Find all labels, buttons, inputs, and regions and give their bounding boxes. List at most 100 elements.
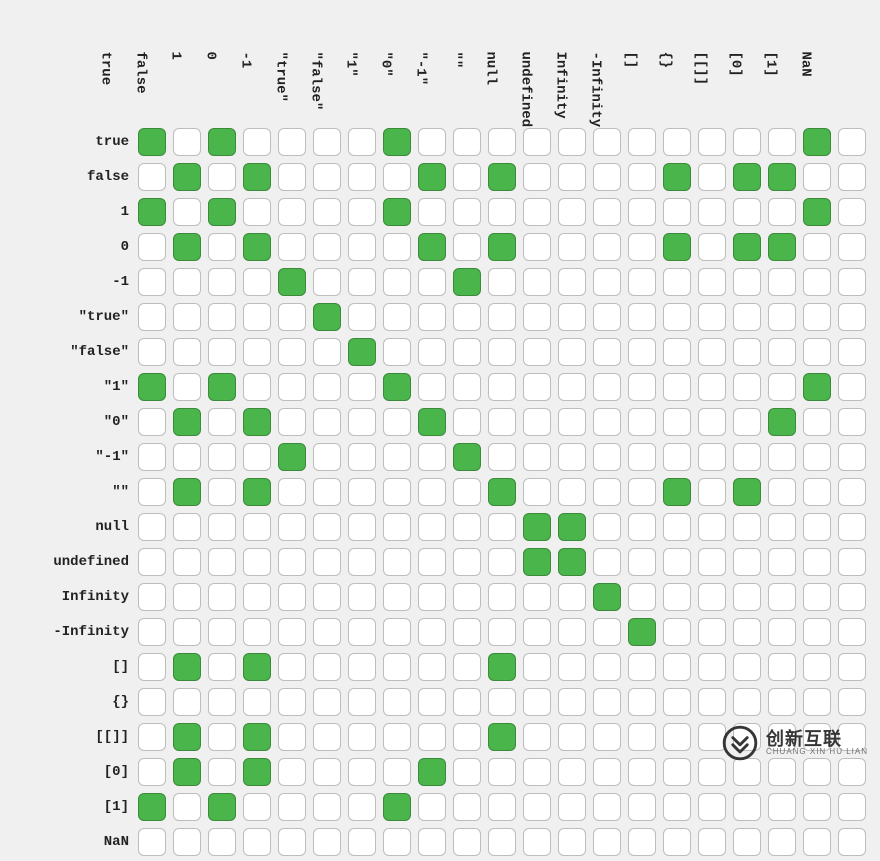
matrix-cell	[138, 126, 170, 158]
cell-false	[628, 688, 656, 716]
cell-false	[278, 548, 306, 576]
cell-false	[173, 828, 201, 856]
matrix-cell	[488, 686, 520, 718]
cell-false	[698, 128, 726, 156]
matrix-cell	[558, 126, 590, 158]
matrix-cell	[208, 616, 240, 648]
cell-false	[733, 268, 761, 296]
cell-false	[418, 373, 446, 401]
matrix-cell	[768, 826, 800, 858]
cell-false	[243, 583, 271, 611]
matrix-cell	[558, 196, 590, 228]
cell-false	[628, 478, 656, 506]
cell-false	[453, 233, 481, 261]
cell-true	[173, 163, 201, 191]
cell-false	[768, 128, 796, 156]
cell-false	[558, 408, 586, 436]
matrix-cell	[138, 371, 170, 403]
matrix-cell	[803, 511, 835, 543]
matrix-cell	[768, 791, 800, 823]
matrix-cell	[838, 616, 870, 648]
cell-false	[243, 513, 271, 541]
cell-false	[418, 828, 446, 856]
matrix-cell	[173, 196, 205, 228]
cell-false	[348, 163, 376, 191]
matrix-cell	[418, 721, 450, 753]
cell-false	[803, 408, 831, 436]
cell-false	[838, 653, 866, 681]
cell-false	[418, 583, 446, 611]
cell-false	[348, 233, 376, 261]
matrix-cell	[453, 651, 485, 683]
cell-true	[663, 233, 691, 261]
matrix-cell	[173, 686, 205, 718]
cell-false	[453, 478, 481, 506]
matrix-cell	[243, 511, 275, 543]
cell-false	[733, 198, 761, 226]
cell-false	[453, 163, 481, 191]
cell-false	[838, 583, 866, 611]
matrix-cell	[663, 476, 695, 508]
matrix-cell	[488, 721, 520, 753]
cell-false	[558, 828, 586, 856]
matrix-cell	[243, 686, 275, 718]
watermark-logo-icon	[722, 725, 758, 761]
cell-false	[208, 233, 236, 261]
matrix-cell	[418, 301, 450, 333]
matrix-cell	[418, 581, 450, 613]
cell-false	[313, 373, 341, 401]
matrix-cell	[663, 546, 695, 578]
cell-false	[138, 688, 166, 716]
cell-false	[488, 583, 516, 611]
row-header: "-1"	[23, 441, 135, 473]
column-header-label: 0	[204, 52, 218, 60]
matrix-cell	[313, 721, 345, 753]
cell-true	[383, 128, 411, 156]
matrix-cell	[593, 231, 625, 263]
cell-false	[383, 828, 411, 856]
cell-false	[488, 303, 516, 331]
cell-false	[768, 373, 796, 401]
cell-true	[383, 373, 411, 401]
cell-false	[558, 198, 586, 226]
column-header-label: "-1"	[414, 52, 428, 86]
cell-false	[418, 443, 446, 471]
row-header-label: "-1"	[95, 449, 129, 465]
matrix-cell	[138, 231, 170, 263]
cell-true	[418, 163, 446, 191]
matrix-cell	[278, 406, 310, 438]
cell-false	[313, 128, 341, 156]
cell-false	[243, 198, 271, 226]
matrix-cell	[348, 266, 380, 298]
cell-false	[593, 163, 621, 191]
cell-false	[628, 443, 656, 471]
cell-false	[803, 443, 831, 471]
cell-false	[838, 443, 866, 471]
matrix-cell	[628, 476, 660, 508]
cell-false	[418, 793, 446, 821]
column-header-label: "true"	[274, 52, 288, 102]
column-header-label: "false"	[309, 52, 323, 111]
matrix-cell	[593, 721, 625, 753]
row-header-label: "false"	[70, 344, 129, 360]
cell-false	[628, 233, 656, 261]
cell-true	[243, 478, 271, 506]
cell-false	[768, 688, 796, 716]
cell-true	[243, 653, 271, 681]
matrix-cell	[243, 336, 275, 368]
matrix-cell	[698, 826, 730, 858]
cell-false	[208, 828, 236, 856]
matrix-cell	[628, 196, 660, 228]
cell-false	[173, 303, 201, 331]
cell-true	[138, 198, 166, 226]
matrix-row: "-1"	[23, 441, 870, 473]
matrix-cell	[278, 126, 310, 158]
cell-false	[593, 548, 621, 576]
matrix-cell	[733, 301, 765, 333]
cell-false	[663, 198, 691, 226]
matrix-cell	[838, 266, 870, 298]
cell-false	[768, 583, 796, 611]
cell-false	[418, 338, 446, 366]
matrix-cell	[628, 406, 660, 438]
matrix-cell	[803, 826, 835, 858]
